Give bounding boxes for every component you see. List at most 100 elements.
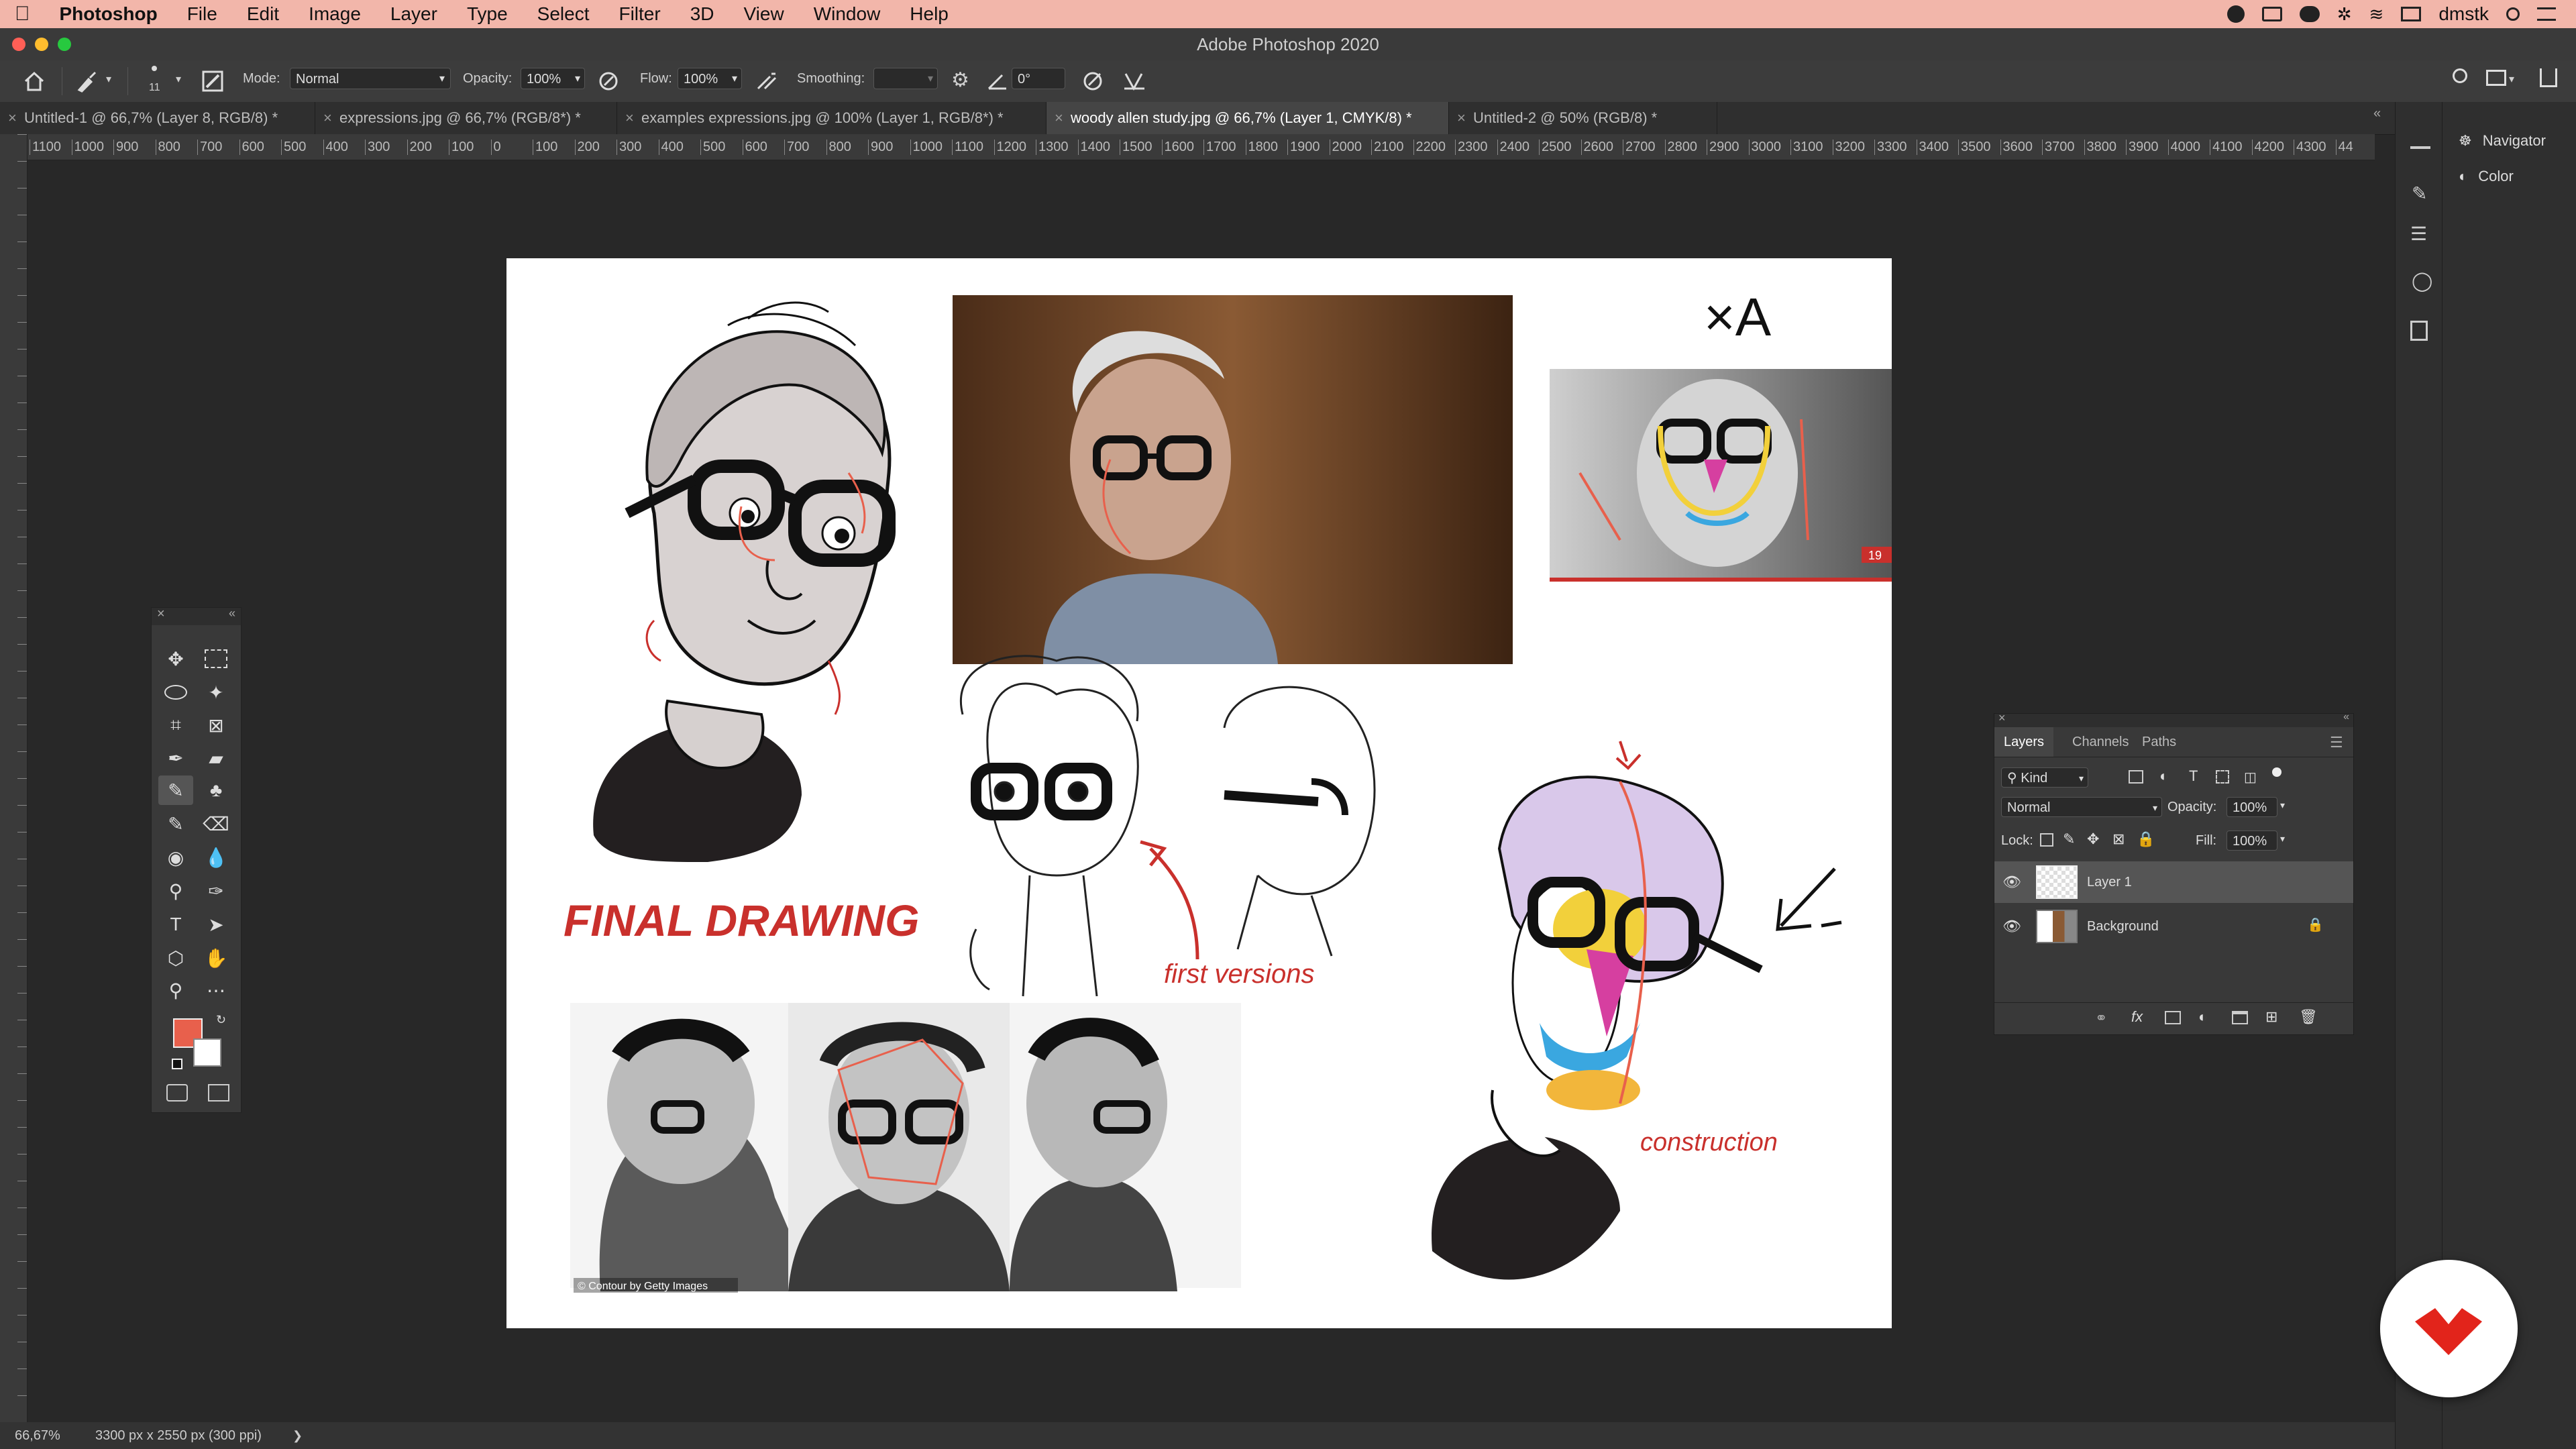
- close-panel-icon[interactable]: ×: [157, 606, 165, 622]
- menu-file[interactable]: File: [172, 0, 232, 28]
- brush-angle-field[interactable]: 0°: [1012, 68, 1065, 89]
- close-window-button[interactable]: [12, 38, 25, 51]
- menu-filter[interactable]: Filter: [604, 0, 675, 28]
- healing-brush-tool-icon[interactable]: ▰: [199, 743, 233, 773]
- move-tool-icon[interactable]: ✥: [158, 644, 193, 674]
- layer-opacity-field[interactable]: 100%: [2226, 797, 2277, 817]
- menu-window[interactable]: Window: [799, 0, 896, 28]
- share-icon[interactable]: [2540, 68, 2557, 87]
- visibility-eye-icon[interactable]: 👁: [2002, 918, 2021, 935]
- chevron-down-icon[interactable]: ▾: [2280, 833, 2285, 845]
- close-tab-icon[interactable]: ×: [625, 102, 634, 134]
- menu-view[interactable]: View: [729, 0, 799, 28]
- chevron-down-icon[interactable]: ▾: [106, 72, 111, 86]
- brush-tool-active-icon[interactable]: ✎: [158, 775, 193, 805]
- search-icon[interactable]: [2506, 7, 2520, 21]
- user-name[interactable]: dmstk: [2438, 3, 2489, 25]
- creative-cloud-icon[interactable]: [2226, 5, 2245, 23]
- lock-all-icon[interactable]: 🔒: [2137, 830, 2155, 848]
- lock-image-icon[interactable]: ✎: [2063, 830, 2075, 848]
- lasso-tool-icon[interactable]: [158, 678, 193, 707]
- new-group-icon[interactable]: [2232, 1011, 2248, 1024]
- brush-settings-icon[interactable]: [201, 70, 224, 93]
- menu-help[interactable]: Help: [895, 0, 963, 28]
- brush-settings-panel-icon[interactable]: ✎: [2412, 182, 2427, 205]
- airplay-icon[interactable]: [2401, 7, 2422, 21]
- layer-blend-mode-select[interactable]: Normal ▾: [2001, 797, 2162, 817]
- wifi-icon[interactable]: ≋: [2369, 4, 2384, 25]
- adjustments-icon[interactable]: ☰: [2410, 223, 2427, 245]
- cloud-sync-icon[interactable]: [2299, 6, 2320, 22]
- pressure-opacity-icon[interactable]: [598, 71, 619, 91]
- add-mask-icon[interactable]: [2165, 1011, 2181, 1024]
- tools-panel-header[interactable]: × «: [152, 606, 241, 625]
- swap-colors-icon[interactable]: ↻: [216, 1013, 226, 1027]
- filter-shape-icon[interactable]: [2216, 770, 2229, 784]
- color-panel-button[interactable]: ◐ Color: [2459, 168, 2514, 185]
- close-tab-icon[interactable]: ×: [1457, 102, 1466, 134]
- layer-name[interactable]: Layer 1: [2087, 875, 2132, 890]
- new-layer-icon[interactable]: ⊞: [2265, 1008, 2277, 1026]
- marquee-tool-icon[interactable]: [199, 644, 233, 674]
- tab-examples-expressions[interactable]: × examples expressions.jpg @ 100% (Layer…: [617, 102, 1046, 134]
- minimize-window-button[interactable]: [35, 38, 48, 51]
- filter-type-icon[interactable]: T: [2189, 767, 2198, 785]
- collapse-panel-icon[interactable]: «: [229, 606, 235, 621]
- magic-wand-tool-icon[interactable]: ✦: [199, 678, 233, 707]
- screen-icon[interactable]: [2261, 7, 2282, 21]
- menu-type[interactable]: Type: [452, 0, 523, 28]
- type-tool-icon[interactable]: T: [158, 910, 193, 939]
- libraries-icon[interactable]: [2410, 321, 2428, 341]
- learn-icon[interactable]: ◯: [2412, 270, 2432, 292]
- clone-stamp-tool-icon[interactable]: ♣: [199, 775, 233, 805]
- delete-layer-icon[interactable]: 🗑: [2299, 1008, 2318, 1026]
- smoothing-gear-icon[interactable]: ⚙: [951, 68, 969, 92]
- blur-tool-icon[interactable]: 💧: [199, 843, 233, 872]
- smoothing-field[interactable]: ▾: [873, 68, 938, 89]
- pen-tool-icon[interactable]: ✑: [199, 876, 233, 906]
- brush-tool-icon[interactable]: [75, 70, 99, 93]
- close-tab-icon[interactable]: ×: [8, 102, 17, 134]
- layer-row-background[interactable]: 👁 Background 🔒: [1994, 906, 2353, 947]
- pressure-size-icon[interactable]: [1083, 71, 1106, 91]
- lock-transparent-icon[interactable]: [2040, 833, 2053, 847]
- menu-select[interactable]: Select: [523, 0, 604, 28]
- zoom-window-button[interactable]: [58, 38, 71, 51]
- symmetry-icon[interactable]: [1123, 71, 1147, 91]
- eraser-tool-icon[interactable]: ⌫: [199, 809, 233, 839]
- path-selection-tool-icon[interactable]: ➤: [199, 910, 233, 939]
- lock-artboard-icon[interactable]: ⊠: [2112, 830, 2125, 848]
- collapse-panels-icon[interactable]: «: [2373, 106, 2381, 121]
- layer-filter-kind-select[interactable]: ⚲ Kind ▾: [2001, 767, 2088, 788]
- tab-channels[interactable]: Channels: [2065, 727, 2136, 757]
- histogram-icon[interactable]: [2410, 136, 2430, 149]
- tab-expressions[interactable]: × expressions.jpg @ 66,7% (RGB/8*) *: [315, 102, 617, 134]
- panel-menu-icon[interactable]: ☰: [2330, 734, 2343, 751]
- apple-icon[interactable]: : [0, 0, 45, 28]
- layer-row-layer-1[interactable]: 👁 Layer 1: [1994, 861, 2353, 903]
- workspace-icon[interactable]: [2486, 70, 2506, 86]
- tab-paths[interactable]: Paths: [2135, 727, 2183, 757]
- link-layers-icon[interactable]: ⚭: [2095, 1010, 2107, 1027]
- fill-field[interactable]: 100%: [2226, 830, 2277, 851]
- lock-position-icon[interactable]: ✥: [2087, 830, 2099, 848]
- tab-layers[interactable]: Layers: [1994, 727, 2054, 757]
- history-brush-tool-icon[interactable]: ✎: [158, 809, 193, 839]
- shape-tool-icon[interactable]: ⬡: [158, 943, 193, 973]
- layer-name[interactable]: Background: [2087, 919, 2159, 934]
- collapse-panel-icon[interactable]: «: [2343, 711, 2349, 723]
- airbrush-icon[interactable]: [755, 71, 778, 91]
- navigator-panel-button[interactable]: ☸ Navigator: [2459, 132, 2546, 150]
- blend-mode-select[interactable]: Normal ▾: [290, 68, 451, 89]
- hand-tool-icon[interactable]: ✋: [199, 943, 233, 973]
- chevron-right-icon[interactable]: ❯: [292, 1422, 303, 1449]
- document-canvas[interactable]: FINAL DRAWING ×A 19 first versions const…: [506, 258, 1892, 1328]
- frame-tool-icon[interactable]: ⊠: [199, 710, 233, 740]
- filter-pixel-icon[interactable]: [2129, 770, 2143, 784]
- bluetooth-icon[interactable]: ✲: [2337, 4, 2352, 25]
- background-color-swatch[interactable]: [193, 1038, 221, 1067]
- search-icon[interactable]: [2453, 68, 2467, 83]
- brush-preset-chevron-icon[interactable]: ▾: [176, 72, 181, 86]
- paint-bucket-tool-icon[interactable]: ◉: [158, 843, 193, 872]
- close-tab-icon[interactable]: ×: [323, 102, 332, 134]
